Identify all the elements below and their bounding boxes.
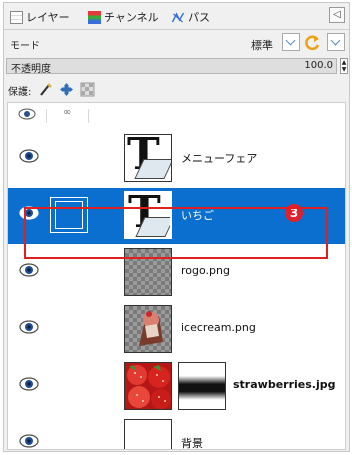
layer-thumbnail[interactable] [124,419,172,449]
tab-paths[interactable]: パス [171,7,210,27]
layer-name[interactable]: strawberries.jpg [233,378,335,391]
layer-name[interactable]: rogo.png [181,264,230,277]
mode-row: モード 標準 [4,30,349,56]
layer-row[interactable]: icecream.png [8,302,345,358]
opacity-spinner[interactable]: ▲ ▼ [340,58,348,74]
layer-row[interactable]: 背景 [8,416,345,449]
strawberries-image-icon [125,363,171,409]
tab-layers-label: レイヤー [26,11,70,24]
mode-dropdown-button[interactable] [282,33,300,51]
layer-name[interactable]: 背景 [181,435,203,449]
tab-paths-label: パス [188,11,210,24]
opacity-value: 100.0 [304,60,333,71]
visibility-eye-icon[interactable] [19,377,39,391]
layer-list: ∞ T メニューフェア T いちご 3 rogo.png icecream.pn… [7,102,346,450]
lock-position-icon[interactable] [59,82,74,97]
chevron-down-icon [285,35,296,46]
tab-channels[interactable]: チャンネル [88,7,159,27]
visibility-eye-icon[interactable] [19,149,39,163]
lock-pixels-icon[interactable] [38,82,53,97]
composite-dropdown-button[interactable] [327,33,345,51]
layer-thumbnail[interactable] [124,305,172,353]
mode-label: モード [10,41,40,52]
opacity-row: 不透明度 100.0 ▲ ▼ [4,58,349,76]
layers-dock: レイヤー チャンネル パス ◁ モード 標準 不透明度 100.0 ▲ ▼ 保護… [3,2,350,452]
icecream-image-icon [139,311,163,346]
header-divider [46,109,47,123]
header-divider [88,109,89,123]
lock-label: 保護: [8,87,32,98]
mode-value[interactable]: 標準 [251,37,273,53]
lock-alpha-icon[interactable] [80,82,95,97]
layer-list-header: ∞ [8,103,345,127]
reset-mode-icon[interactable] [304,34,322,52]
layer-thumbnail[interactable]: T [124,134,172,182]
visibility-eye-icon[interactable] [19,263,39,277]
layer-name[interactable]: icecream.png [181,321,256,334]
layer-mask-thumbnail[interactable] [178,362,226,410]
paths-icon [171,11,185,22]
layer-row[interactable]: T メニューフェア [8,131,345,187]
annotation-highlight-frame [24,207,328,259]
layer-row[interactable]: strawberries.jpg [8,359,345,415]
visibility-header-icon [18,108,36,120]
opacity-label: 不透明度 [11,64,51,75]
dock-menu-button[interactable]: ◁ [329,7,345,23]
menu-arrow-icon: ◁ [333,9,341,20]
visibility-eye-icon[interactable] [19,434,39,448]
tab-channels-label: チャンネル [104,11,159,24]
layer-name[interactable]: メニューフェア [181,150,257,166]
channels-icon [88,10,101,24]
layers-icon [10,10,23,24]
lock-row: 保護: [4,79,349,101]
chain-header-icon: ∞ [63,107,72,118]
layer-thumbnail[interactable] [124,362,172,410]
visibility-eye-icon[interactable] [19,320,39,334]
dock-tabs: レイヤー チャンネル パス ◁ [4,3,349,30]
tab-layers[interactable]: レイヤー [10,7,70,27]
opacity-slider[interactable]: 不透明度 100.0 [6,58,337,75]
chevron-down-icon [330,35,341,46]
